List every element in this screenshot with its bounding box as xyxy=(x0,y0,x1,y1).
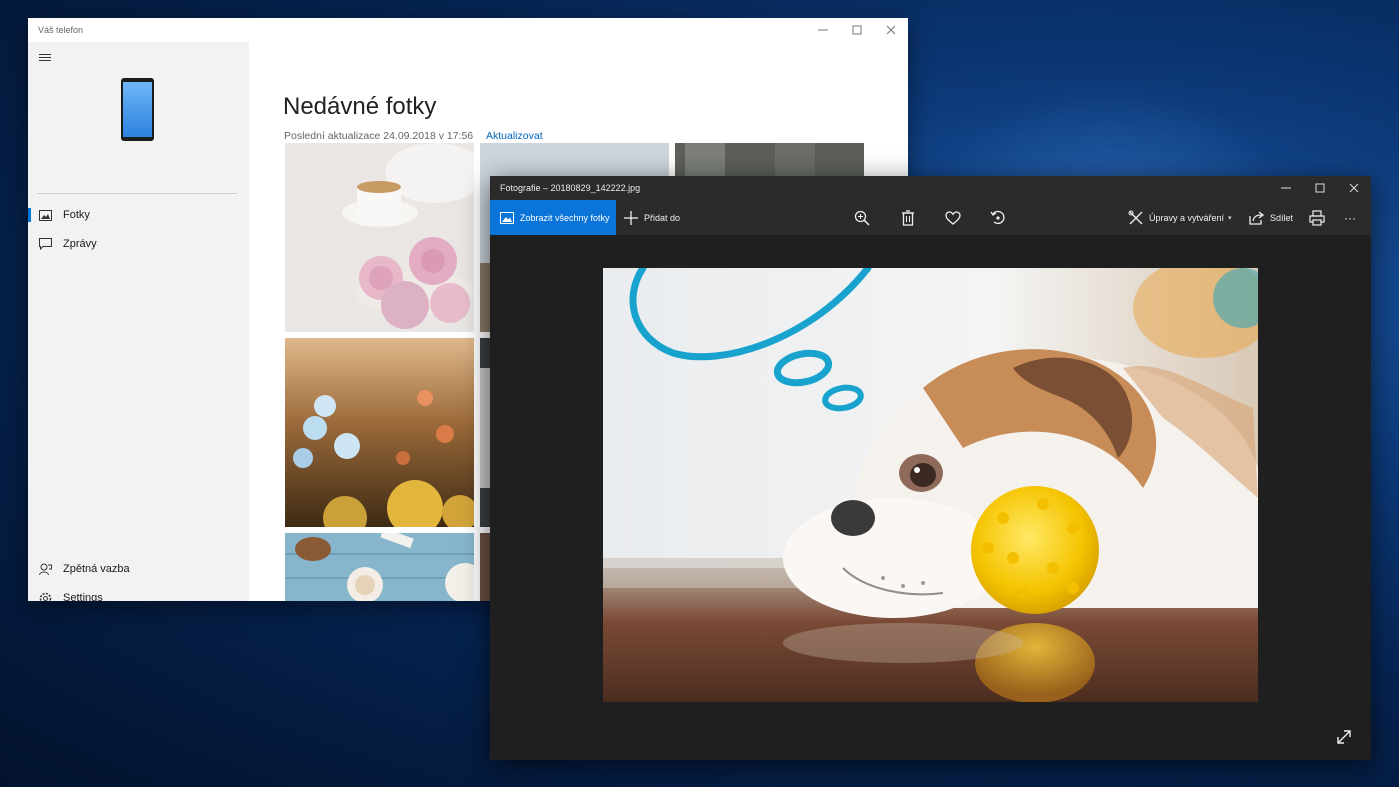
hamburger-menu-icon[interactable] xyxy=(39,54,51,63)
active-indicator xyxy=(28,208,31,222)
close-button[interactable] xyxy=(874,18,908,42)
refresh-link[interactable]: Aktualizovat xyxy=(486,130,543,142)
photos-toolbar: Zobrazit všechny fotky Přidat do Úpravy … xyxy=(490,200,1371,235)
rotate-icon xyxy=(989,209,1007,227)
edit-create-button[interactable]: Úpravy a vytváření ▾ xyxy=(1127,200,1232,235)
last-update-text: Poslední aktualizace 24.09.2018 v 17:56 xyxy=(284,130,474,142)
phone-window-title: Váš telefon xyxy=(38,25,84,35)
photo-thumbnail-macarons[interactable] xyxy=(285,143,474,332)
add-to-button[interactable]: Přidat do xyxy=(622,200,680,235)
sidebar-divider xyxy=(37,193,237,194)
expand-icon[interactable] xyxy=(1335,728,1353,746)
phone-device-image xyxy=(121,78,154,141)
share-button[interactable]: Sdílet xyxy=(1248,200,1293,235)
photo-thumbnail-coffee[interactable] xyxy=(285,533,474,601)
photo-thumbnail-flowers[interactable] xyxy=(285,338,474,527)
feedback-icon xyxy=(39,563,52,575)
sidebar-item-label: Fotky xyxy=(63,209,90,221)
photos-window-title: Fotografie – 20180829_142222.jpg xyxy=(500,183,641,193)
sidebar-item-label: Zprávy xyxy=(63,238,97,250)
rotate-button[interactable] xyxy=(989,200,1007,235)
edit-icon xyxy=(1127,209,1145,227)
more-icon: ··· xyxy=(1344,210,1356,225)
photo-viewer xyxy=(490,235,1371,760)
minimize-button[interactable] xyxy=(1269,176,1303,200)
sidebar-item-label: Zpětná vazba xyxy=(63,563,130,575)
minimize-button[interactable] xyxy=(806,18,840,42)
zoom-button[interactable] xyxy=(853,200,871,235)
gallery-icon xyxy=(500,211,514,224)
share-label: Sdílet xyxy=(1270,212,1294,223)
print-button[interactable] xyxy=(1308,200,1326,235)
more-button[interactable]: ··· xyxy=(1344,200,1356,235)
minimize-icon xyxy=(1281,187,1291,189)
page-title: Nedávné fotky xyxy=(283,93,437,120)
maximize-button[interactable] xyxy=(1303,176,1337,200)
chevron-down-icon: ▾ xyxy=(1228,214,1232,222)
heart-icon xyxy=(944,209,962,227)
maximize-icon xyxy=(852,25,862,35)
show-all-label: Zobrazit všechny fotky xyxy=(520,212,610,223)
minimize-icon xyxy=(818,29,828,31)
close-icon xyxy=(1349,183,1359,193)
show-all-photos-button[interactable]: Zobrazit všechny fotky xyxy=(490,200,616,235)
sidebar-item-feedback[interactable]: Zpětná vazba xyxy=(28,556,249,582)
add-to-label: Přidat do xyxy=(644,212,681,223)
zoom-icon xyxy=(853,209,871,227)
sidebar-item-settings[interactable]: Settings xyxy=(28,585,249,601)
close-icon xyxy=(886,25,896,35)
photos-app-window: Fotografie – 20180829_142222.jpg Zobrazi… xyxy=(490,176,1371,760)
delete-button[interactable] xyxy=(899,200,917,235)
gear-icon xyxy=(39,592,52,601)
edit-create-label: Úpravy a vytváření xyxy=(1149,212,1225,223)
sidebar-item-messages[interactable]: Zprávy xyxy=(28,231,249,257)
sidebar-item-label: Settings xyxy=(63,592,103,601)
favorite-button[interactable] xyxy=(944,200,962,235)
photos-titlebar[interactable]: Fotografie – 20180829_142222.jpg xyxy=(490,176,1371,200)
plus-icon xyxy=(622,209,640,227)
sidebar-item-photos[interactable]: Fotky xyxy=(28,202,249,228)
photos-icon xyxy=(39,209,52,221)
chat-icon xyxy=(39,238,52,250)
close-button[interactable] xyxy=(1337,176,1371,200)
sidebar: Fotky Zprávy Zpětná vazba Settings xyxy=(28,42,249,601)
print-icon xyxy=(1308,209,1326,227)
maximize-icon xyxy=(1315,183,1325,193)
phone-titlebar[interactable]: Váš telefon xyxy=(28,18,908,42)
photo-bulldog[interactable] xyxy=(603,268,1258,702)
share-icon xyxy=(1248,209,1266,227)
maximize-button[interactable] xyxy=(840,18,874,42)
delete-icon xyxy=(899,209,917,227)
